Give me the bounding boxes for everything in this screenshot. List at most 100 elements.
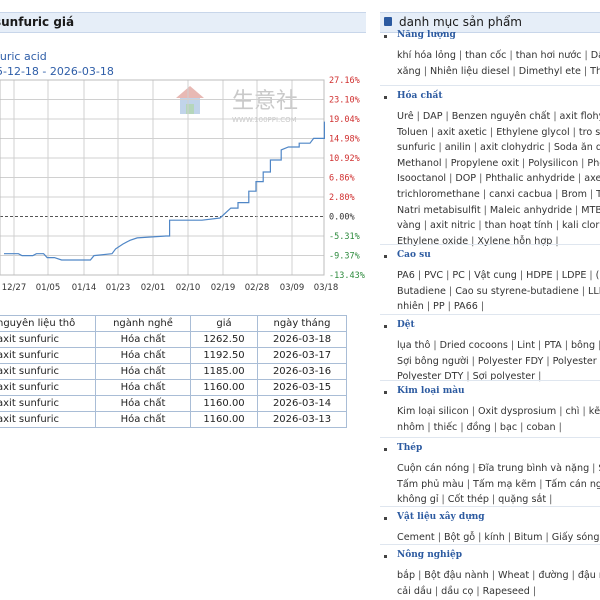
category-title-text[interactable]: Vật liệu xây dựng (397, 512, 485, 522)
product-link[interactable]: bông (571, 340, 595, 351)
product-link[interactable]: quặng sắt (498, 494, 546, 505)
product-link[interactable]: chì (565, 406, 579, 417)
product-link[interactable]: Phthalic anhydride (485, 173, 575, 184)
product-link[interactable]: Brom (561, 189, 587, 200)
product-link[interactable]: PP (433, 301, 445, 312)
category-title-text[interactable]: Cao su (397, 250, 431, 260)
product-link[interactable]: PA66 (454, 301, 478, 312)
cell-material[interactable]: axit sunfuric (0, 347, 96, 364)
product-link[interactable]: Đĩa trung bình và nặng (478, 463, 589, 474)
product-link[interactable]: xăng (397, 66, 421, 77)
product-link[interactable]: bạc (500, 422, 517, 433)
product-link[interactable]: Tấm mạ kẽm (473, 479, 536, 490)
product-link[interactable]: Dried cocoons (440, 340, 508, 351)
product-link[interactable]: PC (452, 270, 464, 281)
product-link[interactable]: than cốc (465, 50, 506, 61)
product-link[interactable]: LDPE (562, 270, 587, 281)
product-link[interactable]: anilin (445, 142, 471, 153)
product-link[interactable]: Cao su styrene-butadiene (455, 286, 579, 297)
product-link[interactable]: axit nitric (430, 220, 475, 231)
product-link[interactable]: PA6 (397, 270, 415, 281)
product-link[interactable]: canxi cacbua (489, 189, 552, 200)
product-link[interactable]: kẽm (589, 406, 600, 417)
product-link[interactable]: Giấy sóng (552, 532, 600, 543)
category-title-text[interactable]: Hóa chất (397, 91, 442, 101)
product-link[interactable]: HDPE (526, 270, 552, 281)
product-link[interactable]: không gỉ (397, 494, 438, 505)
product-link[interactable]: Bột đậu nành (424, 570, 488, 581)
product-link[interactable]: Polyester POY (553, 356, 600, 367)
product-link[interactable]: axit clohydric (480, 142, 545, 153)
product-link[interactable]: Bitum (514, 532, 542, 543)
product-link[interactable]: Phenol (587, 158, 600, 169)
product-link[interactable]: Lint (517, 340, 535, 351)
product-link[interactable]: Maleic anhydride (490, 205, 572, 216)
category-title-text[interactable]: Kim loại màu (397, 386, 465, 396)
product-link[interactable]: Sợi bông người (397, 356, 469, 367)
product-link[interactable]: Butadiene (397, 286, 446, 297)
category-title-text[interactable]: Dệt (397, 320, 415, 330)
product-link[interactable]: DOP (455, 173, 476, 184)
product-link[interactable]: DAP (423, 111, 443, 122)
cell-material[interactable]: axit sunfuric (0, 331, 96, 348)
product-link[interactable]: thiếc (434, 422, 458, 433)
product-link[interactable]: Ethylene glycol (496, 127, 569, 138)
product-link[interactable]: Titan (596, 189, 600, 200)
product-link[interactable]: PTA (544, 340, 561, 351)
product-link[interactable]: axit flohydric (560, 111, 600, 122)
category-title-text[interactable]: Thép (397, 443, 422, 453)
product-link[interactable]: than hoạt tính (485, 220, 553, 231)
product-link[interactable]: than hơi nước (516, 50, 582, 61)
product-link[interactable]: Cement (397, 532, 435, 543)
product-link[interactable]: kali clorua (562, 220, 600, 231)
product-link[interactable]: Tấm phủ màu (397, 479, 464, 490)
product-link[interactable]: LLDPE (588, 286, 600, 297)
cell-material[interactable]: axit sunfuric (0, 395, 96, 412)
product-link[interactable]: Urê (397, 111, 414, 122)
product-link[interactable]: Natri metabisulfit (397, 205, 481, 216)
product-link[interactable]: PVC (424, 270, 443, 281)
product-link[interactable]: MTBE (581, 205, 600, 216)
product-link[interactable]: vàng (397, 220, 421, 231)
product-link[interactable]: Isooctanol (397, 173, 446, 184)
product-link[interactable]: Benzen nguyên chất (452, 111, 551, 122)
product-link[interactable]: axeton (584, 173, 600, 184)
product-link[interactable]: Methanol (397, 158, 442, 169)
product-link[interactable]: bắp (397, 570, 415, 581)
product-link[interactable]: Vật cung (474, 270, 517, 281)
product-link[interactable]: Ethylene oxide (397, 236, 468, 247)
cell-material[interactable]: axit sunfuric (0, 411, 96, 428)
product-link[interactable]: Than lu (590, 66, 600, 77)
product-link[interactable]: nhiên (397, 301, 424, 312)
product-link[interactable]: cải dầu (397, 586, 432, 597)
product-link[interactable]: dầu cọ (441, 586, 473, 597)
product-link[interactable]: trichloromethane (397, 189, 480, 200)
product-link[interactable]: Polyester FDY (478, 356, 543, 367)
product-link[interactable]: Tấm cán nguội (545, 479, 600, 490)
product-link[interactable]: Bột gỗ (444, 532, 475, 543)
product-link[interactable]: coban (526, 422, 555, 433)
product-link[interactable]: Soda ăn da (554, 142, 600, 153)
product-link[interactable]: nhôm (397, 422, 424, 433)
product-link[interactable]: Oxit dysprosium (478, 406, 556, 417)
product-link[interactable]: Xylene hỗn hợp (477, 236, 552, 247)
product-link[interactable]: Rapeseed (483, 586, 530, 597)
product-link[interactable]: Nhiên liệu diesel (430, 66, 510, 77)
cell-material[interactable]: axit sunfuric (0, 363, 96, 380)
cell-material[interactable]: axit sunfuric (0, 379, 96, 396)
product-link[interactable]: khí hóa lỏng (397, 50, 456, 61)
product-link[interactable]: Dầu nh (591, 50, 600, 61)
product-link[interactable]: Toluen (397, 127, 428, 138)
product-link[interactable]: đường (538, 570, 568, 581)
product-link[interactable]: kính (484, 532, 504, 543)
product-link[interactable]: tro soda (579, 127, 600, 138)
product-link[interactable]: Cuộn cán nóng (397, 463, 469, 474)
product-link[interactable]: đồng (467, 422, 491, 433)
product-link[interactable]: đậu nành (578, 570, 600, 581)
product-link[interactable]: sunfuric (397, 142, 436, 153)
product-link[interactable]: Wheat (498, 570, 529, 581)
product-link[interactable]: Polysilicon (528, 158, 578, 169)
category-title-text[interactable]: Nông nghiệp (397, 550, 462, 560)
product-link[interactable]: axit axetic (437, 127, 487, 138)
product-link[interactable]: lụa thô (397, 340, 430, 351)
